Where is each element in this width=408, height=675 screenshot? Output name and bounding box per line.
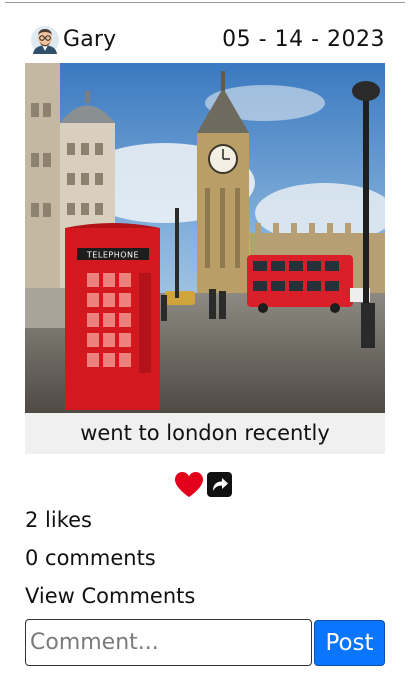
comments-count: 0 comments [25, 546, 156, 570]
avatar-icon [31, 26, 59, 54]
share-icon[interactable] [207, 472, 232, 497]
post-caption: went to london recently [25, 413, 385, 454]
heart-icon[interactable] [174, 471, 204, 498]
top-divider [5, 2, 405, 3]
post-comment-button[interactable]: Post [314, 620, 385, 666]
likes-count: 2 likes [25, 508, 92, 532]
post-author[interactable]: Gary [63, 25, 116, 55]
post-photo: TELEPHONE [25, 63, 385, 413]
post-date: 05 - 14 - 2023 [222, 27, 385, 52]
post-actions [174, 471, 234, 498]
comment-input[interactable] [25, 619, 312, 666]
post-header: Gary 05 - 14 - 2023 [25, 22, 385, 58]
view-comments-link[interactable]: View Comments [25, 582, 195, 610]
svg-text:TELEPHONE: TELEPHONE [86, 251, 139, 260]
